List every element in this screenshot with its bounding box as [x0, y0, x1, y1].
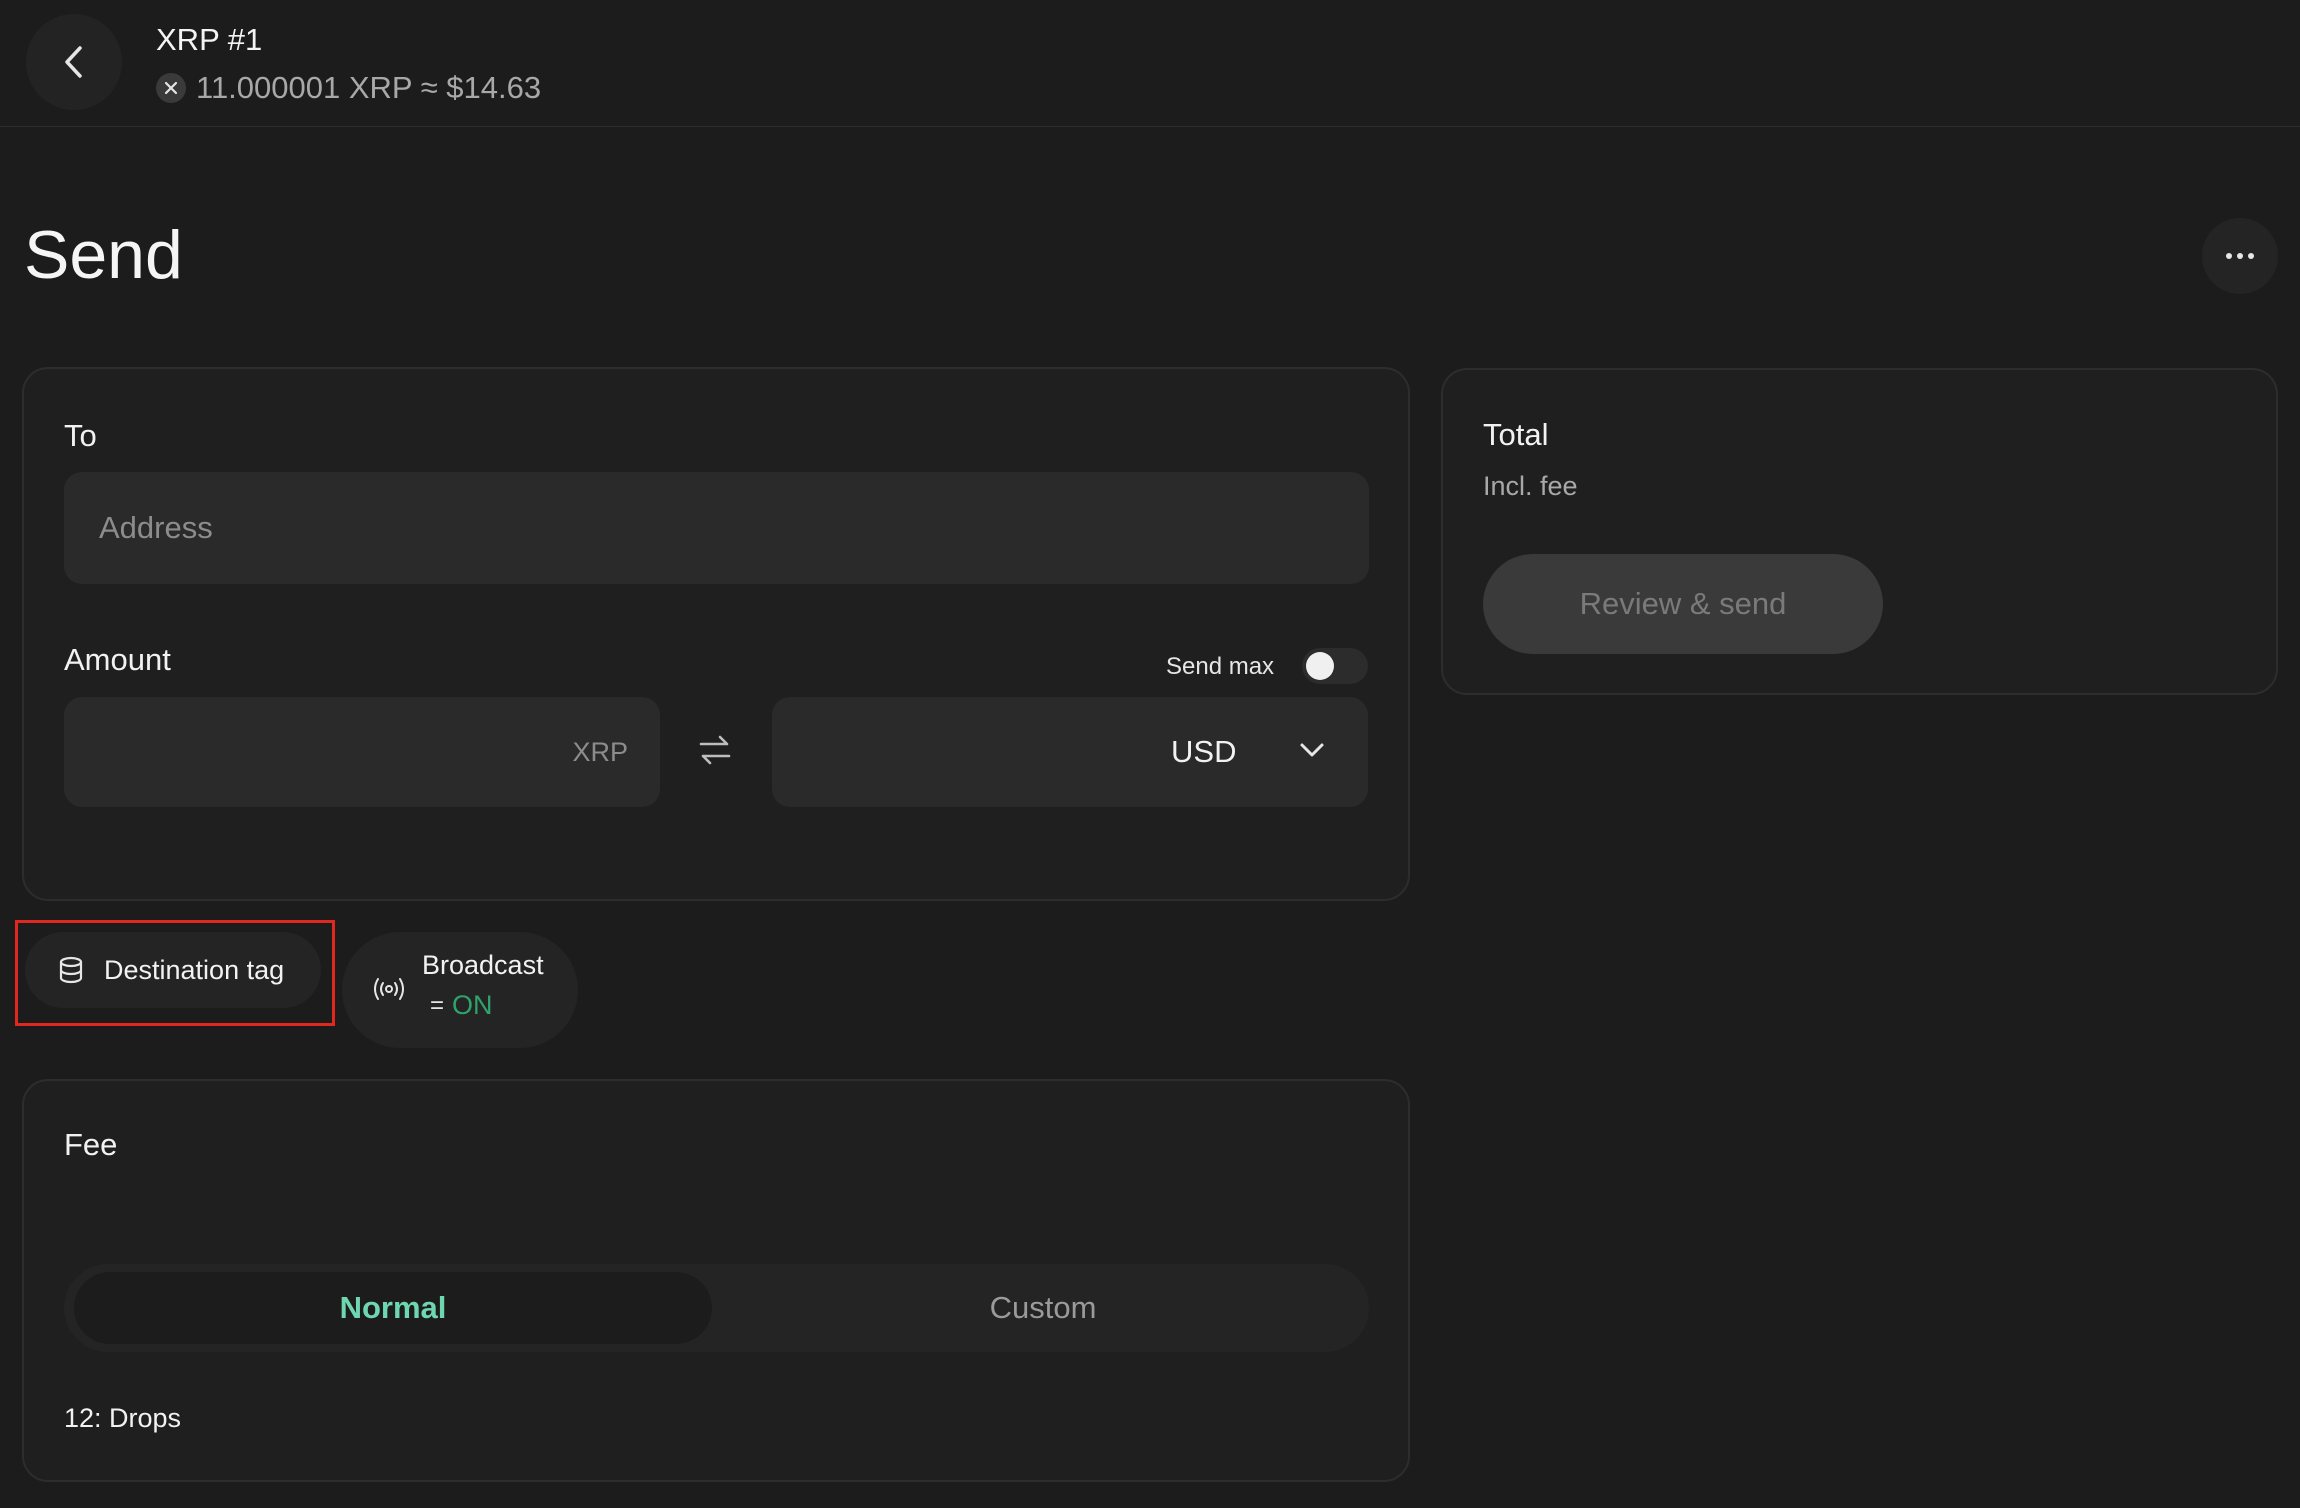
- broadcast-label: Broadcast: [422, 950, 544, 980]
- fiat-currency: USD: [1171, 734, 1237, 769]
- total-subtitle: Incl. fee: [1483, 471, 1578, 501]
- page-title: Send: [24, 217, 183, 293]
- toggle-knob: [1306, 652, 1334, 680]
- more-options-button[interactable]: [2202, 218, 2278, 294]
- send-max-toggle[interactable]: [1302, 648, 1368, 684]
- chevron-down-icon: [1300, 743, 1324, 757]
- back-button[interactable]: [26, 14, 122, 110]
- swap-currency-button[interactable]: [698, 733, 732, 772]
- more-icon: [2226, 253, 2254, 259]
- fee-tab-custom[interactable]: Custom: [724, 1272, 1362, 1344]
- address-placeholder: Address: [99, 510, 213, 545]
- chevron-left-icon: [65, 46, 82, 78]
- highlight-box: [15, 920, 335, 1026]
- broadcast-toggle[interactable]: Broadcast = ON: [342, 932, 578, 1048]
- broadcast-state: ON: [452, 990, 493, 1020]
- fee-tab-normal[interactable]: Normal: [74, 1272, 712, 1344]
- address-input[interactable]: Address: [64, 472, 1369, 584]
- broadcast-equals: =: [430, 992, 445, 1019]
- send-form-card: [22, 367, 1410, 901]
- broadcast-icon: [374, 978, 404, 1000]
- swap-icon: [699, 735, 731, 765]
- total-title: Total: [1483, 417, 1549, 452]
- fee-value: 12: Drops: [64, 1403, 182, 1433]
- crypto-amount-input[interactable]: XRP: [64, 697, 660, 807]
- send-max-label: Send max: [1166, 653, 1275, 680]
- to-label: To: [64, 418, 97, 453]
- amount-label: Amount: [64, 642, 171, 677]
- account-balance: 11.000001 XRP ≈ $14.63: [196, 70, 542, 105]
- crypto-unit: XRP: [572, 737, 628, 767]
- account-balance-row: 11.000001 XRP ≈ $14.63: [156, 70, 541, 106]
- fee-title: Fee: [64, 1127, 118, 1162]
- fee-mode-selector: Normal Custom: [64, 1264, 1369, 1352]
- top-bar: [0, 0, 2300, 127]
- fiat-currency-select[interactable]: USD: [772, 697, 1368, 807]
- xrp-icon: [156, 73, 186, 103]
- review-send-button[interactable]: Review & send: [1483, 554, 1883, 654]
- account-title: XRP #1: [156, 22, 263, 57]
